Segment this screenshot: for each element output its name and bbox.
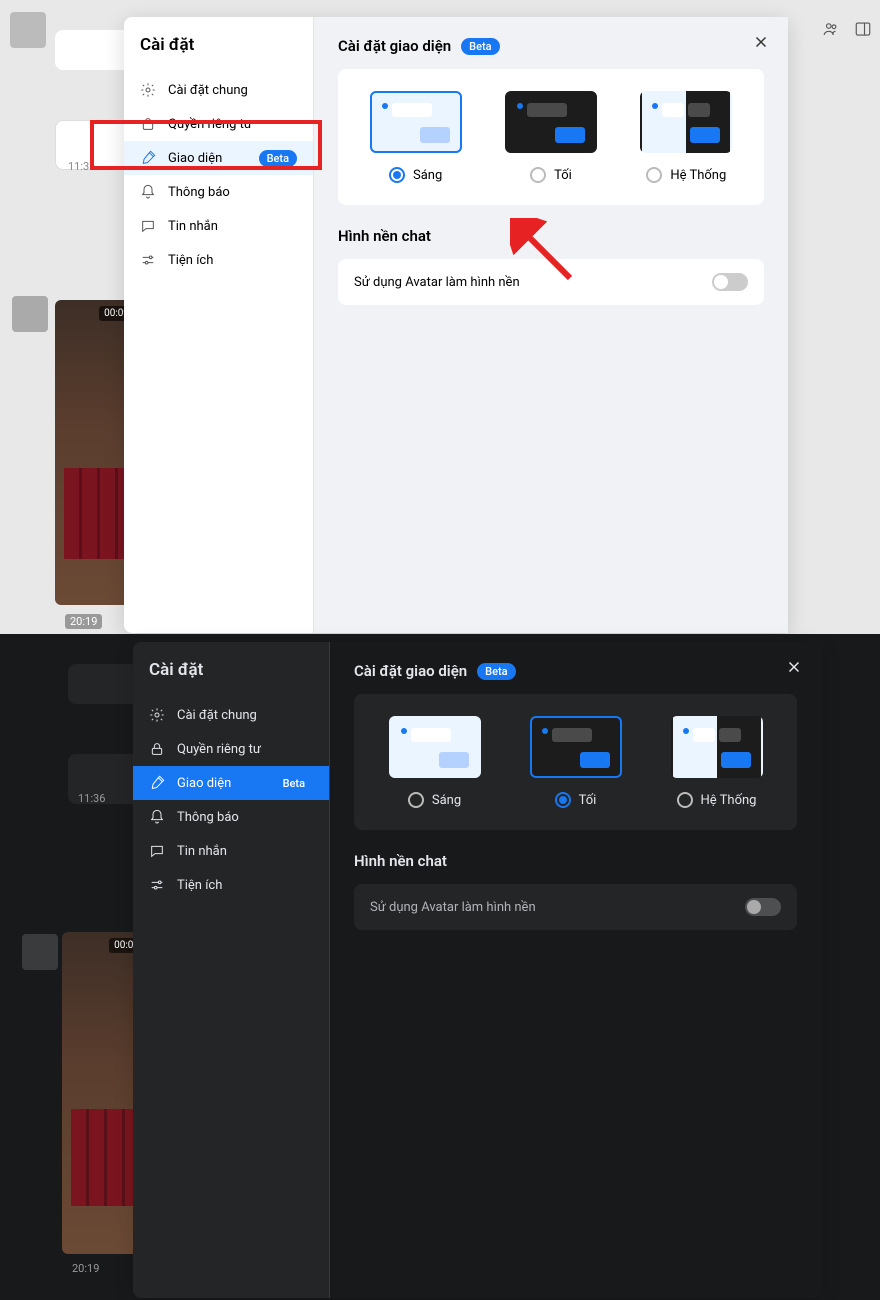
- section-background-title: Hình nền chat: [338, 227, 764, 245]
- theme-option-light[interactable]: Sáng: [370, 91, 462, 183]
- bell-icon: [149, 809, 165, 825]
- sidebar-item-label: Tiện ích: [177, 878, 222, 893]
- beta-badge: Beta: [477, 663, 515, 680]
- theme-selector: Sáng Tối: [354, 694, 797, 830]
- close-button[interactable]: [748, 29, 774, 55]
- sidebar-item-notifications[interactable]: Thông báo: [133, 800, 329, 834]
- gear-icon: [140, 82, 156, 98]
- sidebar-item-label: Giao diện: [168, 151, 222, 166]
- section-theme-title: Cài đặt giao diện Beta: [338, 37, 764, 55]
- section-theme-title: Cài đặt giao diện Beta: [354, 662, 797, 680]
- modal-title: Cài đặt: [133, 650, 329, 698]
- sidebar-item-label: Cài đặt chung: [168, 83, 248, 98]
- settings-modal: Cài đặt Cài đặt chung Quyền riêng tư Gia…: [133, 642, 821, 1298]
- settings-content: Cài đặt giao diện Beta Sáng: [314, 17, 788, 633]
- sidebar-item-privacy[interactable]: Quyền riêng tư: [133, 732, 329, 766]
- settings-modal: Cài đặt Cài đặt chung Quyền riêng tư Gia…: [124, 17, 788, 633]
- theme-option-light[interactable]: Sáng: [389, 716, 481, 808]
- lock-icon: [149, 741, 165, 757]
- settings-sidebar: Cài đặt Cài đặt chung Quyền riêng tư Gia…: [124, 17, 314, 633]
- sidebar-item-label: Thông báo: [177, 810, 239, 825]
- sidebar-item-label: Quyền riêng tư: [168, 117, 252, 132]
- section-background-title: Hình nền chat: [354, 852, 797, 870]
- sidebar-item-privacy[interactable]: Quyền riêng tư: [124, 107, 313, 141]
- sidebar-item-appearance[interactable]: Giao diện Beta: [124, 141, 313, 175]
- settings-sidebar: Cài đặt Cài đặt chung Quyền riêng tư Gia…: [133, 642, 330, 1298]
- settings-content: Cài đặt giao diện Beta Sáng: [330, 642, 821, 1298]
- sidebar-item-label: Thông báo: [168, 185, 230, 200]
- sidebar-item-label: Cài đặt chung: [177, 708, 257, 723]
- gear-icon: [149, 707, 165, 723]
- theme-preview-light: [370, 91, 462, 153]
- sidebar-item-messages[interactable]: Tin nhắn: [133, 834, 329, 868]
- theme-option-dark[interactable]: Tối: [530, 716, 622, 808]
- sidebar-item-messages[interactable]: Tin nhắn: [124, 209, 313, 243]
- sidebar-item-label: Tiện ích: [168, 253, 213, 268]
- brush-icon: [140, 150, 156, 166]
- message-icon: [149, 843, 165, 859]
- sidebar-item-utilities[interactable]: Tiện ích: [124, 243, 313, 277]
- sidebar-item-label: Quyền riêng tư: [177, 742, 261, 757]
- avatar-background-row: Sử dụng Avatar làm hình nền: [338, 259, 764, 305]
- panel-icon[interactable]: [854, 20, 872, 42]
- sidebar-item-label: Tin nhắn: [168, 219, 218, 234]
- sidebar-item-label: Giao diện: [177, 776, 231, 791]
- sliders-icon: [140, 252, 156, 268]
- sidebar-item-general[interactable]: Cài đặt chung: [133, 698, 329, 732]
- beta-badge: Beta: [259, 150, 297, 167]
- sidebar-item-appearance[interactable]: Giao diện Beta: [133, 766, 329, 800]
- theme-option-dark[interactable]: Tối: [505, 91, 597, 183]
- lock-icon: [140, 116, 156, 132]
- theme-selector: Sáng Tối: [338, 69, 764, 205]
- avatar-background-row: Sử dụng Avatar làm hình nền: [354, 884, 797, 930]
- theme-preview-light: [389, 716, 481, 778]
- sidebar-item-general[interactable]: Cài đặt chung: [124, 73, 313, 107]
- avatar-background-toggle[interactable]: [745, 898, 781, 916]
- sidebar-item-utilities[interactable]: Tiện ích: [133, 868, 329, 902]
- avatar-background-toggle[interactable]: [712, 273, 748, 291]
- group-icon[interactable]: [822, 20, 840, 42]
- sidebar-item-notifications[interactable]: Thông báo: [124, 175, 313, 209]
- sliders-icon: [149, 877, 165, 893]
- theme-preview-system: [671, 716, 763, 778]
- close-button[interactable]: [781, 654, 807, 680]
- theme-preview-dark: [530, 716, 622, 778]
- theme-option-system[interactable]: Hệ Thống: [671, 716, 763, 808]
- beta-badge: Beta: [461, 38, 499, 55]
- modal-title: Cài đặt: [124, 25, 313, 73]
- brush-icon: [149, 775, 165, 791]
- header-actions: [822, 20, 872, 42]
- bell-icon: [140, 184, 156, 200]
- theme-option-system[interactable]: Hệ Thống: [640, 91, 732, 183]
- theme-preview-dark: [505, 91, 597, 153]
- message-icon: [140, 218, 156, 234]
- beta-badge: Beta: [275, 775, 313, 792]
- sidebar-item-label: Tin nhắn: [177, 844, 227, 859]
- theme-preview-system: [640, 91, 732, 153]
